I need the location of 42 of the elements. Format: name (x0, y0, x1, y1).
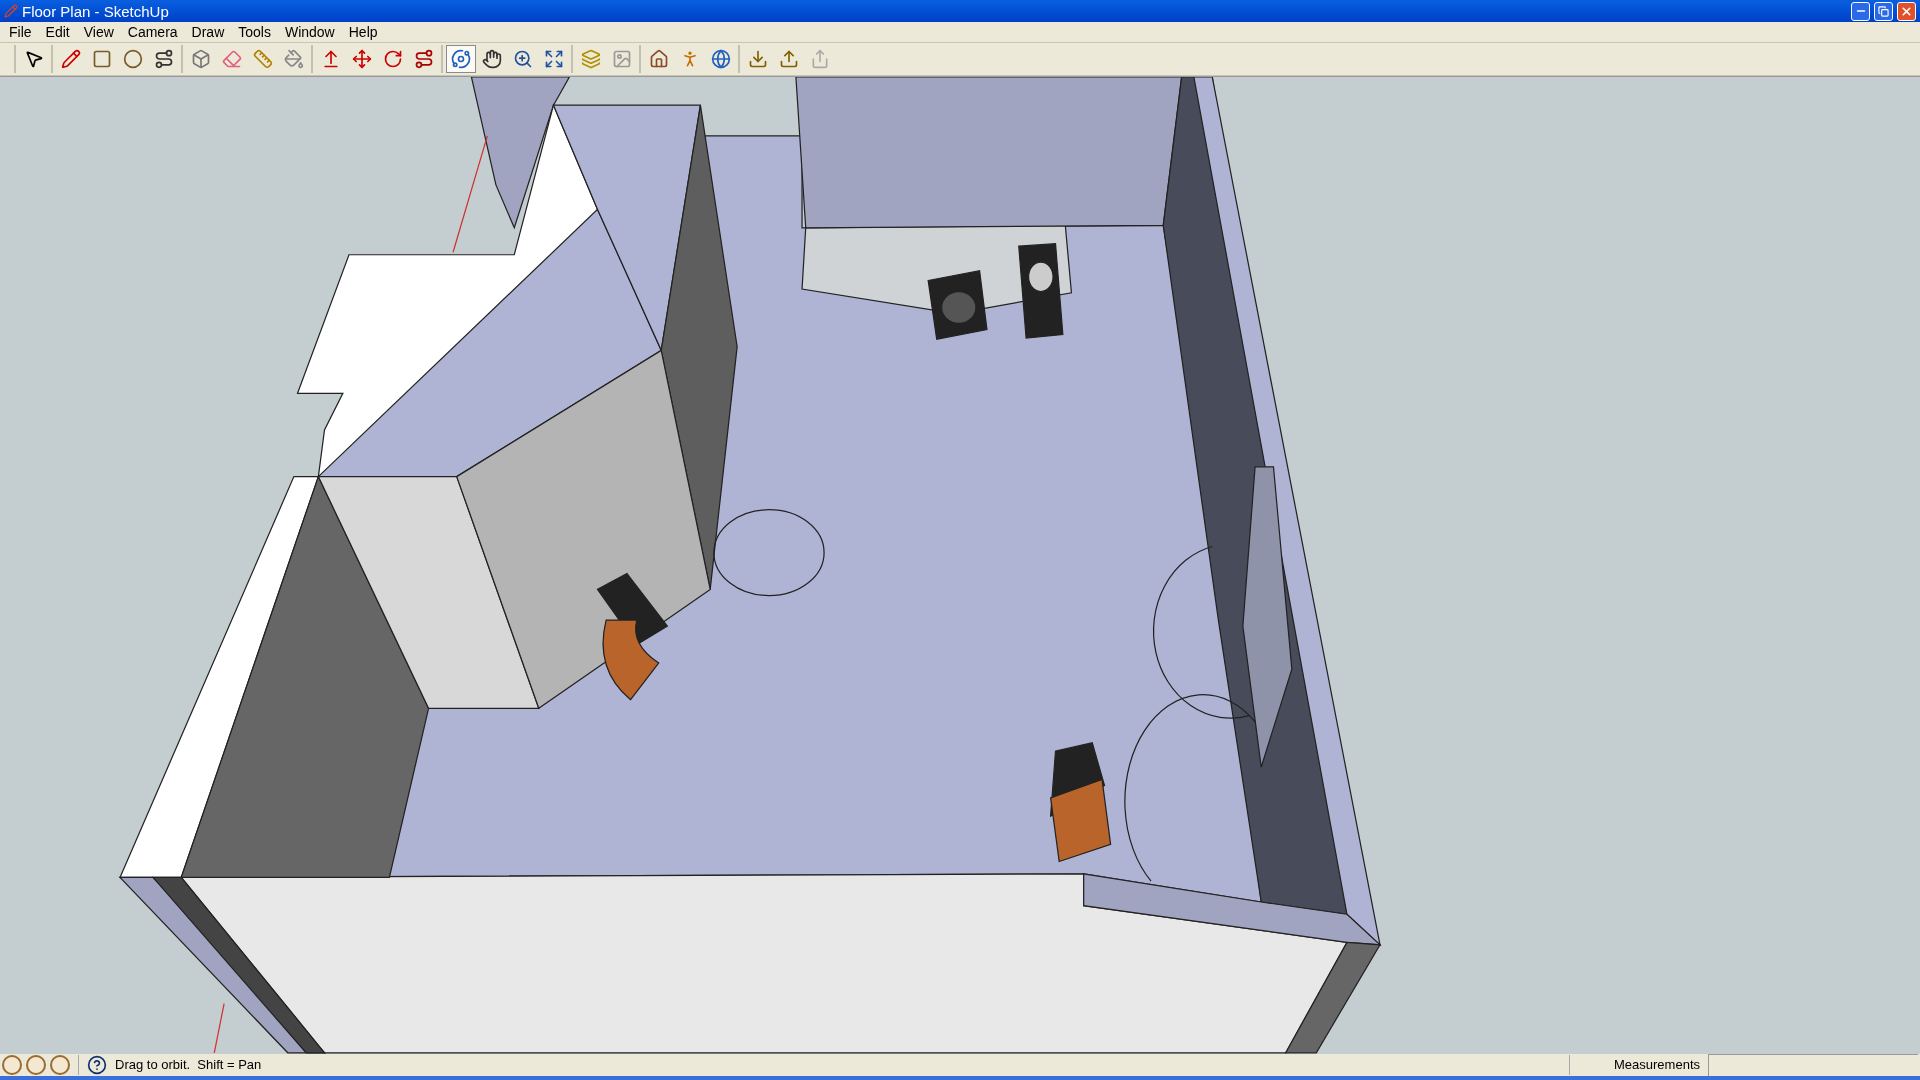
house-icon (649, 49, 669, 69)
measurements-label: Measurements (1614, 1056, 1700, 1075)
image-icon (612, 49, 632, 69)
window-title: Floor Plan - SketchUp (22, 3, 169, 19)
status-hint: Drag to orbit. Shift = Pan (115, 1056, 262, 1075)
rotate-icon (383, 49, 403, 69)
circle-icon (123, 49, 143, 69)
menu-item[interactable]: View (76, 25, 121, 39)
push-pull-icon (321, 49, 341, 69)
globe-icon (711, 49, 731, 69)
menu-item[interactable]: Window (277, 25, 342, 39)
close-icon (1900, 4, 1913, 18)
hand-icon (482, 49, 502, 69)
app-icon (4, 4, 18, 18)
box-icon (191, 49, 211, 69)
menu-item[interactable]: Edit (38, 25, 77, 39)
minimize-button[interactable] (1851, 1, 1870, 21)
close-button[interactable] (1897, 1, 1916, 21)
restore-icon (1878, 5, 1889, 17)
help-icon[interactable] (87, 1055, 107, 1075)
menu-item[interactable]: Draw (184, 25, 232, 39)
layers-icon (581, 49, 601, 69)
move-icon (352, 49, 372, 69)
download-icon (748, 49, 768, 69)
zoom-icon (513, 49, 533, 69)
menu-item[interactable]: Tools (231, 25, 278, 39)
orbit-icon (451, 49, 471, 69)
3d-viewport[interactable] (0, 76, 1920, 1054)
zoom-extents-icon (544, 49, 564, 69)
rectangle-icon (92, 49, 112, 69)
ruler-icon (253, 49, 273, 69)
paint-bucket-icon (284, 49, 304, 69)
eraser-icon (222, 49, 242, 69)
restore-button[interactable] (1874, 1, 1893, 21)
pencil-icon (61, 49, 81, 69)
menu-item[interactable]: Help (341, 25, 385, 39)
menu-item[interactable]: File (2, 25, 39, 39)
upload-icon (779, 49, 799, 69)
measurements-field[interactable] (1708, 1054, 1918, 1076)
cursor-icon (24, 49, 44, 69)
menu-item[interactable]: Camera (120, 25, 185, 39)
share-icon (810, 49, 830, 69)
